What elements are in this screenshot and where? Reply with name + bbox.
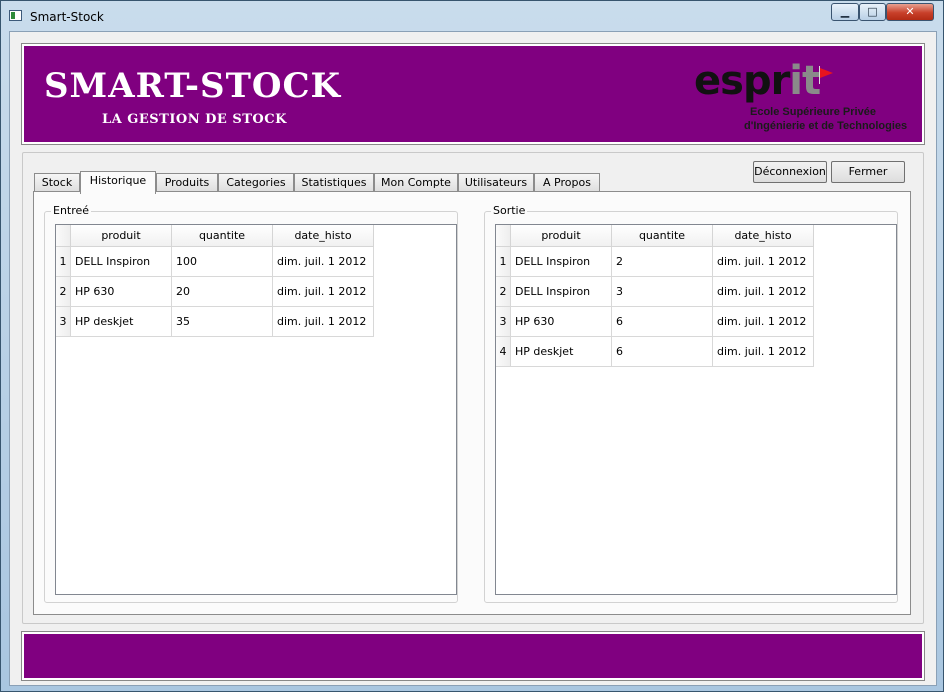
cell-date[interactable]: dim. juil. 1 2012 <box>272 246 374 277</box>
app-title: SMART-STOCK <box>44 66 342 106</box>
table-row[interactable]: 4 HP deskjet 6 dim. juil. 1 2012 <box>496 336 814 367</box>
sortie-title: Sortie <box>491 204 528 217</box>
column-header[interactable]: produit <box>510 225 612 247</box>
row-number[interactable]: 1 <box>496 246 511 277</box>
table-row[interactable]: 2 HP 630 20 dim. juil. 1 2012 <box>56 276 374 307</box>
entree-group: Entreé produit quantite date_histo 1 DEL… <box>44 204 458 603</box>
cell-produit[interactable]: DELL Inspiron <box>70 246 172 277</box>
close-window-button[interactable]: ✕ <box>886 3 934 21</box>
cell-produit[interactable]: HP deskjet <box>510 336 612 367</box>
minimize-button[interactable]: ▁ <box>831 3 859 21</box>
cell-date[interactable]: dim. juil. 1 2012 <box>712 336 814 367</box>
table-row[interactable]: 2 DELL Inspiron 3 dim. juil. 1 2012 <box>496 276 814 307</box>
corner-cell[interactable] <box>56 225 71 247</box>
cell-produit[interactable]: HP 630 <box>510 306 612 337</box>
app-subtitle: LA GESTION DE STOCK <box>102 112 287 127</box>
content-panel: Déconnexion Fermer Stock Historique Prod… <box>22 152 924 624</box>
esprit-logo: esprit <box>694 58 821 104</box>
cell-date[interactable]: dim. juil. 1 2012 <box>712 276 814 307</box>
cell-quantite[interactable]: 35 <box>171 306 273 337</box>
cell-quantite[interactable]: 100 <box>171 246 273 277</box>
logo-line-2: d'Ingénierie et de Technologies <box>744 120 908 132</box>
sortie-group: Sortie produit quantite date_histo 1 DEL… <box>484 204 898 603</box>
main-area: SMART-STOCK LA GESTION DE STOCK esprit E… <box>9 31 937 686</box>
tab-statistiques[interactable]: Statistiques <box>294 173 374 193</box>
window-title: Smart-Stock <box>30 10 104 24</box>
column-header[interactable]: produit <box>70 225 172 247</box>
row-number[interactable]: 1 <box>56 246 71 277</box>
maximize-button[interactable]: □ <box>859 3 886 21</box>
row-number[interactable]: 4 <box>496 336 511 367</box>
cell-date[interactable]: dim. juil. 1 2012 <box>272 276 374 307</box>
close-button[interactable]: Fermer <box>831 161 905 183</box>
cell-quantite[interactable]: 20 <box>171 276 273 307</box>
table-row[interactable]: 3 HP deskjet 35 dim. juil. 1 2012 <box>56 306 374 337</box>
cell-quantite[interactable]: 6 <box>611 306 713 337</box>
column-header[interactable]: quantite <box>171 225 273 247</box>
tab-categories[interactable]: Categories <box>218 173 294 193</box>
cell-date[interactable]: dim. juil. 1 2012 <box>272 306 374 337</box>
tab-stock[interactable]: Stock <box>34 173 80 193</box>
cell-produit[interactable]: DELL Inspiron <box>510 246 612 277</box>
sortie-table[interactable]: produit quantite date_histo 1 DELL Inspi… <box>495 224 897 595</box>
tab-produits[interactable]: Produits <box>156 173 218 193</box>
tab-historique[interactable]: Historique <box>80 171 156 194</box>
entree-title: Entreé <box>51 204 92 217</box>
cell-date[interactable]: dim. juil. 1 2012 <box>712 246 814 277</box>
title-bar[interactable]: Smart-Stock ▁ □ ✕ <box>1 1 944 31</box>
table-row[interactable]: 1 DELL Inspiron 100 dim. juil. 1 2012 <box>56 246 374 277</box>
historique-pane: Entreé produit quantite date_histo 1 DEL… <box>33 191 911 615</box>
cell-quantite[interactable]: 3 <box>611 276 713 307</box>
corner-cell[interactable] <box>496 225 511 247</box>
cell-date[interactable]: dim. juil. 1 2012 <box>712 306 814 337</box>
header-banner: SMART-STOCK LA GESTION DE STOCK esprit E… <box>21 43 925 145</box>
cell-produit[interactable]: HP 630 <box>70 276 172 307</box>
cell-produit[interactable]: HP deskjet <box>70 306 172 337</box>
logout-button[interactable]: Déconnexion <box>753 161 827 183</box>
cell-quantite[interactable]: 6 <box>611 336 713 367</box>
cell-produit[interactable]: DELL Inspiron <box>510 276 612 307</box>
row-number[interactable]: 2 <box>496 276 511 307</box>
column-header[interactable]: date_histo <box>272 225 374 247</box>
column-header[interactable]: date_histo <box>712 225 814 247</box>
flag-icon <box>820 68 833 78</box>
tab-a-propos[interactable]: A Propos <box>534 173 600 193</box>
row-number[interactable]: 2 <box>56 276 71 307</box>
logo-main-text: espr <box>694 58 790 104</box>
footer-banner <box>21 631 925 681</box>
tab-mon-compte[interactable]: Mon Compte <box>374 173 458 193</box>
cell-quantite[interactable]: 2 <box>611 246 713 277</box>
column-header[interactable]: quantite <box>611 225 713 247</box>
logo-it-text: it <box>789 58 821 104</box>
table-row[interactable]: 3 HP 630 6 dim. juil. 1 2012 <box>496 306 814 337</box>
entree-table[interactable]: produit quantite date_histo 1 DELL Inspi… <box>55 224 457 595</box>
row-number[interactable]: 3 <box>56 306 71 337</box>
table-row[interactable]: 1 DELL Inspiron 2 dim. juil. 1 2012 <box>496 246 814 277</box>
app-icon <box>9 10 22 21</box>
row-number[interactable]: 3 <box>496 306 511 337</box>
app-window: Smart-Stock ▁ □ ✕ SMART-STOCK LA GESTION… <box>0 0 944 692</box>
tab-utilisateurs[interactable]: Utilisateurs <box>458 173 534 193</box>
logo-line-1: Ecole Supérieure Privée <box>750 106 876 118</box>
